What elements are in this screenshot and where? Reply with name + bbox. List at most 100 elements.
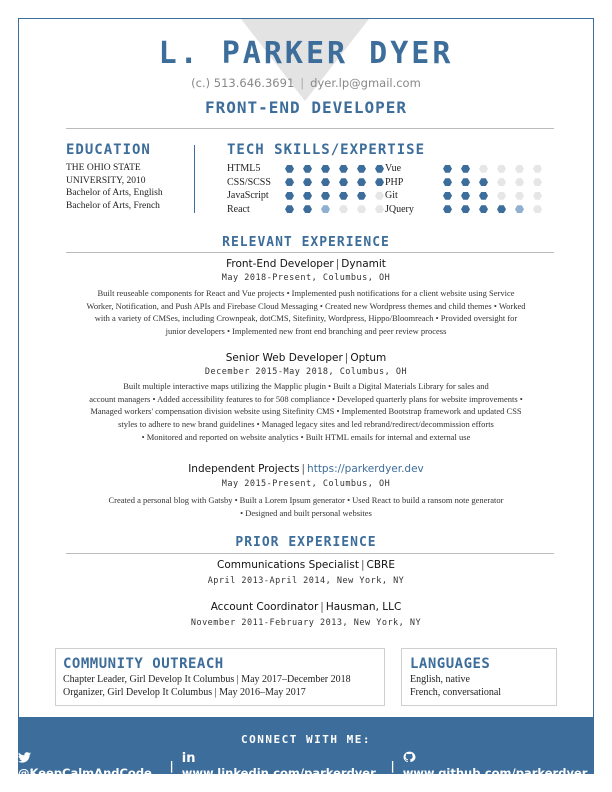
skill-row: JQuery	[385, 203, 551, 217]
footer-separator: |	[390, 758, 395, 773]
skill-dot	[303, 178, 312, 187]
skill-dot	[303, 205, 312, 214]
community-line: Organizer, Girl Develop It Columbus | Ma…	[63, 686, 306, 698]
job-description-line: Worker, Notification, and Push APIs and …	[86, 300, 526, 311]
job-dates: November 2011-February 2013, New York, N…	[190, 618, 422, 628]
skill-dot	[375, 164, 384, 173]
github-icon	[403, 751, 416, 766]
skill-rating	[285, 205, 393, 214]
job-description-line: account managers • Added accessibility f…	[89, 393, 523, 404]
skill-dot	[515, 205, 524, 214]
job-description-line: • Monitored and reported on website anal…	[141, 431, 471, 442]
skill-dot	[515, 178, 524, 187]
job-title-line: Front-End Developer | Dynamit	[0, 258, 612, 270]
title-separator: |	[360, 559, 365, 571]
portfolio-link[interactable]: https://parkerdyer.dev	[307, 463, 424, 475]
skill-row: HTML5	[227, 162, 393, 176]
skill-dot	[339, 205, 348, 214]
education-line: UNIVERSITY, 2010	[66, 175, 146, 186]
prior-divider	[66, 553, 554, 554]
skill-dot	[321, 178, 330, 187]
skill-rating	[443, 205, 551, 214]
skill-dot	[321, 205, 330, 214]
title-separator: |	[344, 352, 349, 364]
job-title-line: Senior Web Developer | Optum	[0, 352, 612, 364]
skill-dot	[533, 178, 542, 187]
phone-number: (c.) 513.646.3691	[191, 76, 295, 90]
languages-heading: LANGUAGES	[410, 656, 491, 672]
community-line: Chapter Leader, Girl Develop It Columbus…	[63, 674, 351, 685]
section-vertical-divider	[194, 145, 195, 213]
skill-dot	[497, 191, 506, 200]
skill-rating	[443, 191, 551, 200]
skill-dot	[321, 164, 330, 173]
skills-column-right: Vue PHP Git JQuery	[385, 162, 551, 216]
skill-dot	[443, 178, 452, 187]
skill-name: JQuery	[385, 203, 414, 215]
skill-dot	[515, 191, 524, 200]
job-title-line: Account Coordinator | Hausman, LLC	[0, 601, 612, 613]
email-address[interactable]: dyer.lp@gmail.com	[310, 76, 421, 90]
header-divider	[66, 128, 554, 129]
skill-name: PHP	[385, 176, 404, 188]
connect-heading: CONNECT WITH ME:	[241, 733, 371, 746]
skill-dot	[497, 205, 506, 214]
job-position: Account Coordinator	[210, 601, 319, 613]
education-line: THE OHIO STATE	[66, 163, 141, 173]
skills-heading: TECH SKILLS/EXPERTISE	[227, 142, 426, 158]
job-position: Communications Specialist	[217, 559, 359, 571]
language-line: French, conversational	[410, 686, 502, 698]
linkedin-url: www.linkedin.com/parkerdyer	[181, 766, 376, 780]
job-company: Hausman, LLC	[325, 601, 402, 613]
skill-name: JavaScript	[227, 190, 269, 201]
job-dates: December 2015-May 2018, Columbus, OH	[204, 367, 408, 377]
skill-dot	[339, 178, 348, 187]
skill-name: React	[227, 203, 250, 215]
title-separator: |	[301, 463, 306, 475]
job-company: Dynamit	[341, 258, 386, 270]
skill-dot	[479, 191, 488, 200]
skill-dot	[357, 178, 366, 187]
github-link[interactable]: www.github.com/parkerdyer	[403, 751, 594, 780]
education-line: Bachelor of Arts, French	[66, 200, 160, 211]
job-description-line: with a variety of CMSes, including Crown…	[94, 313, 518, 324]
skill-name: Git	[385, 190, 398, 201]
language-line: English, native	[410, 674, 470, 685]
github-url: www.github.com/parkerdyer	[402, 766, 588, 780]
twitter-link[interactable]: @KeepCalmAndCode	[18, 751, 162, 780]
skill-dot	[443, 164, 452, 173]
skill-dot	[443, 191, 452, 200]
skill-dot	[375, 205, 384, 214]
twitter-icon	[18, 751, 31, 766]
skill-rating	[285, 191, 393, 200]
prior-experience-heading: PRIOR EXPERIENCE	[235, 535, 377, 550]
skill-dot	[479, 205, 488, 214]
candidate-name: L. PARKER DYER	[158, 36, 454, 71]
skill-dot	[461, 164, 470, 173]
job-description-line: • Designed and built personal websites	[240, 507, 372, 518]
skill-dot	[479, 164, 488, 173]
community-outreach-box: COMMUNITY OUTREACH Chapter Leader, Girl …	[55, 648, 385, 706]
skill-row: Git	[385, 189, 551, 203]
linkedin-link[interactable]: inwww.linkedin.com/parkerdyer	[182, 751, 383, 780]
education-line: Bachelor of Arts, English	[66, 188, 163, 198]
community-heading: COMMUNITY OUTREACH	[63, 656, 224, 672]
skill-dot	[533, 205, 542, 214]
social-links: @KeepCalmAndCode | inwww.linkedin.com/pa…	[18, 751, 594, 780]
job-role-title: FRONT-END DEVELOPER	[204, 98, 408, 117]
job-dates: April 2013-April 2014, New York, NY	[207, 576, 405, 586]
job-title-line: Independent Projects | https://parkerdyer.…	[0, 463, 612, 475]
job-description: Built reuseable components for React and…	[60, 287, 552, 338]
skill-dot	[497, 178, 506, 187]
skill-dot	[357, 205, 366, 214]
skill-row: React	[227, 203, 393, 217]
skill-dot	[461, 191, 470, 200]
job-position: Front-End Developer	[226, 258, 334, 270]
skill-row: JavaScript	[227, 189, 393, 203]
footer-banner: CONNECT WITH ME: @KeepCalmAndCode | inww…	[18, 717, 594, 780]
job-position: Senior Web Developer	[225, 352, 343, 364]
skill-rating	[285, 178, 393, 187]
skill-rating	[443, 178, 551, 187]
skill-dot	[497, 164, 506, 173]
skill-name: CSS/SCSS	[227, 176, 271, 188]
